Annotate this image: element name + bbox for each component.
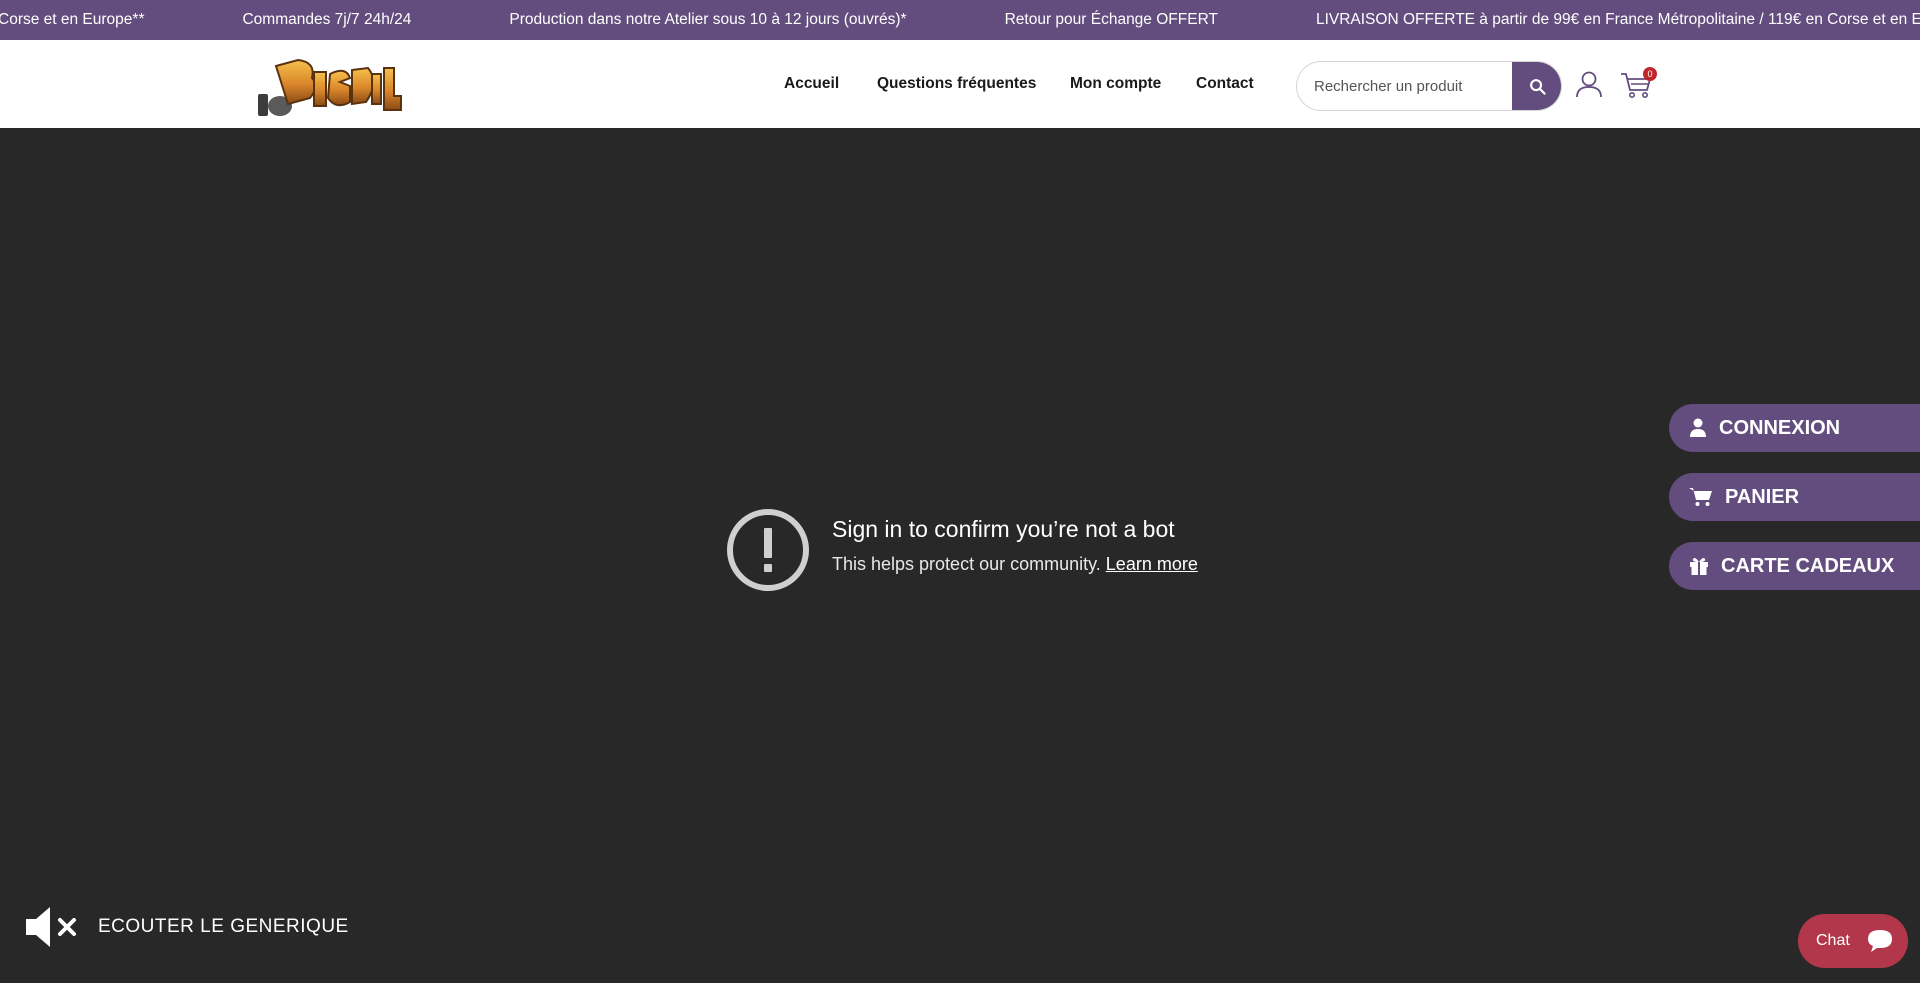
nav-item-faq[interactable]: Questions fréquentes (877, 40, 1036, 128)
learn-more-link[interactable]: Learn more (1106, 554, 1198, 574)
listen-theme-label: ECOUTER LE GENERIQUE (98, 916, 349, 937)
site-logo[interactable] (258, 52, 402, 120)
bot-check-title: Sign in to confirm you’re not a bot (832, 516, 1175, 542)
connexion-button[interactable]: CONNEXION (1669, 404, 1920, 452)
carte-cadeaux-button[interactable]: CARTE CADEAUX (1669, 542, 1920, 590)
cart-icon (1689, 488, 1712, 506)
nav-link-contact[interactable]: Contact (1196, 75, 1254, 93)
user-icon (1576, 71, 1602, 98)
nav-link-accueil[interactable]: Accueil (784, 75, 839, 93)
connexion-label: CONNEXION (1719, 416, 1841, 439)
nav-item-accueil[interactable]: Accueil (784, 40, 839, 128)
alert-icon (727, 509, 809, 591)
announcement-marquee: Corse et en Europe** Commandes 7j/7 24h/… (0, 0, 1920, 40)
bot-check-subtitle-text: This helps protect our community. (832, 554, 1101, 574)
announcement-item: LIVRAISON OFFERTE à partir de 99€ en Fra… (1315, 11, 1920, 28)
site-header: Accueil Questions fréquentes Mon compte … (0, 40, 1920, 128)
bot-check-subtitle: This helps protect our community. Learn … (832, 554, 1198, 575)
announcement-item: Retour pour Échange OFFERT (1004, 11, 1218, 28)
listen-theme-button[interactable]: ECOUTER LE GENERIQUE (24, 902, 349, 952)
panier-button[interactable]: PANIER (1669, 473, 1920, 521)
speaker-muted-icon (26, 907, 76, 947)
nav-link-faq[interactable]: Questions fréquentes (877, 75, 1036, 93)
announcement-item: Corse et en Europe** (0, 11, 145, 28)
account-button[interactable] (1575, 70, 1603, 98)
bigdil-logo-icon (258, 58, 402, 116)
chat-button[interactable]: Chat (1798, 914, 1908, 968)
nav-item-contact[interactable]: Contact (1196, 40, 1254, 128)
gift-icon (1690, 558, 1708, 575)
search-form (1296, 61, 1562, 111)
announcement-item: Commandes 7j/7 24h/24 (242, 11, 412, 28)
user-icon (1690, 418, 1706, 437)
panier-label: PANIER (1725, 485, 1800, 508)
search-button[interactable] (1512, 62, 1561, 110)
nav-link-mon-compte[interactable]: Mon compte (1070, 75, 1161, 93)
chat-bubble-icon (1868, 930, 1892, 952)
chat-label: Chat (1816, 932, 1850, 949)
cart-count-badge: 0 (1643, 67, 1657, 81)
announcement-bar: Corse et en Europe** Commandes 7j/7 24h/… (0, 0, 1920, 40)
nav-item-mon-compte[interactable]: Mon compte (1070, 40, 1161, 128)
announcement-item: Production dans notre Atelier sous 10 à … (509, 11, 907, 28)
search-input[interactable] (1297, 62, 1513, 110)
chat-bubble (1860, 921, 1900, 961)
search-icon (1529, 78, 1546, 95)
carte-cadeaux-label: CARTE CADEAUX (1721, 554, 1895, 577)
